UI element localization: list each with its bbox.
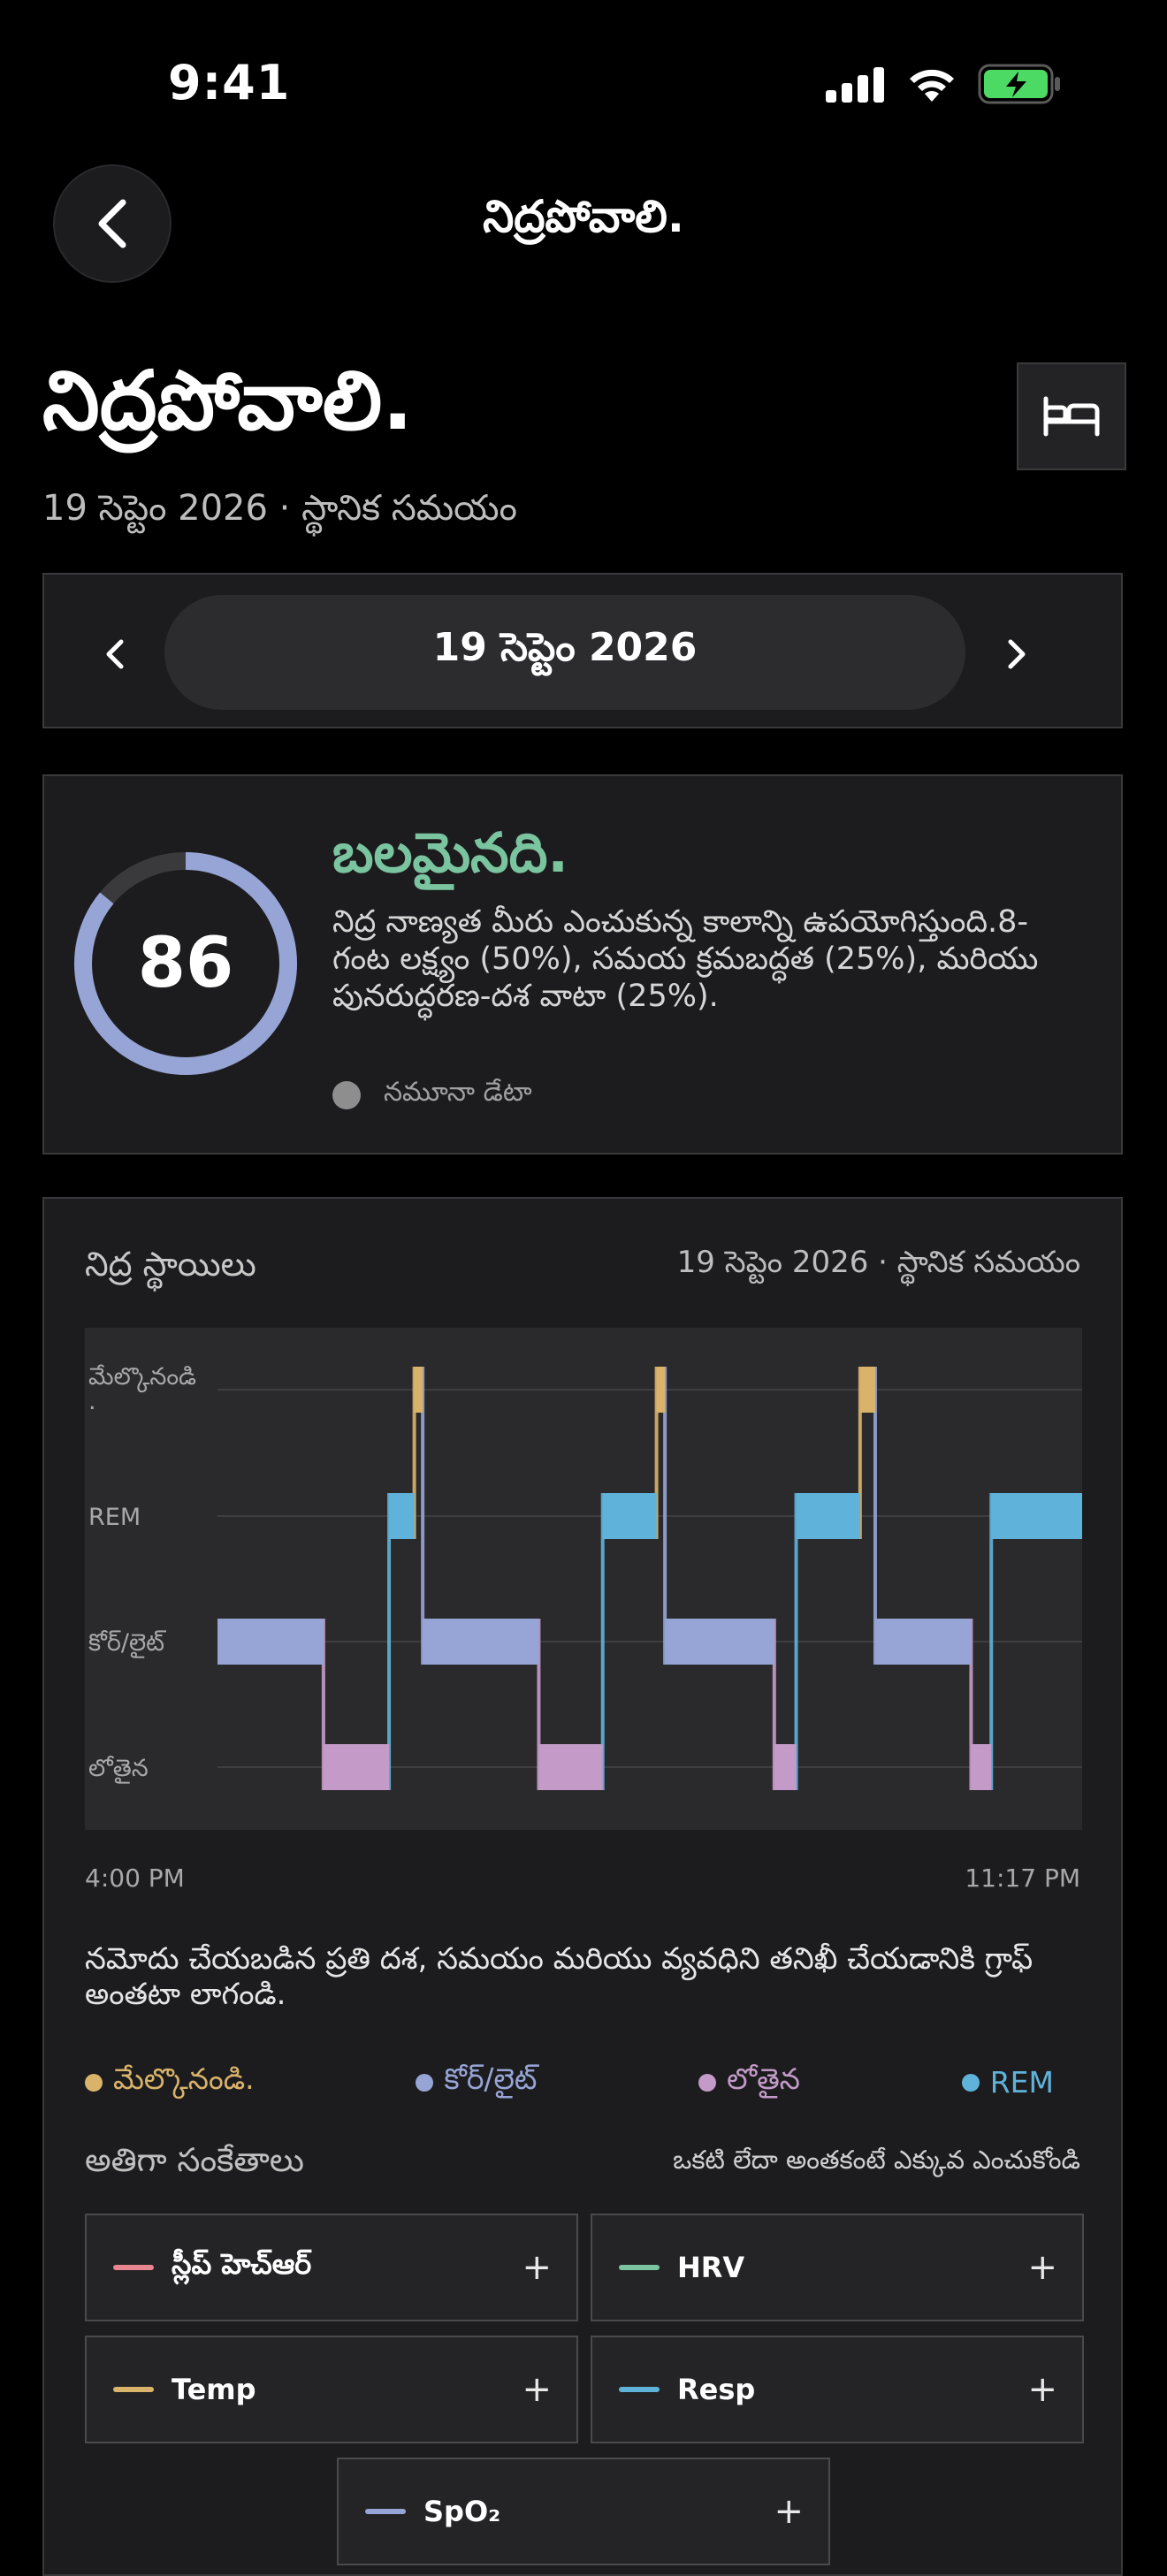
wifi-icon [910, 69, 954, 102]
legend-dot [416, 2073, 434, 2092]
stage-bar-rem [796, 1493, 860, 1539]
signal-color-swatch [113, 2387, 154, 2392]
stage-bar-awake [859, 1367, 875, 1413]
x-axis-end-label: 11:17 PM [965, 1863, 1080, 1893]
signal-label: SpO₂ [423, 2495, 501, 2528]
plus-icon: + [1027, 2247, 1057, 2288]
stage-legend: మేల్కొనండి. కోర్/లైట్ లోతైన REM [85, 2062, 1082, 2103]
sleep-stages-chart[interactable]: మేల్కొనండి .REMకోర్/లైట్లోతైన [85, 1328, 1082, 1830]
y-axis-label-rem: REM [88, 1504, 141, 1531]
legend-item-core: కోర్/లైట్ [416, 2062, 565, 2103]
plus-icon: + [522, 2247, 552, 2288]
page-title: నిద్రపోవాలి. [42, 354, 414, 448]
signals-title: అతిగా సంకేతాలు [85, 2141, 304, 2179]
stages-title: నిద్ర స్థాయిలు [85, 1245, 256, 1284]
chevron-left-icon [106, 639, 124, 669]
stage-bar-core [423, 1619, 539, 1665]
signal-label: Temp [172, 2373, 256, 2406]
signal-label: స్లీప్ హెచ్ఆర్ [172, 2247, 312, 2281]
stage-bar-rem [991, 1493, 1082, 1539]
legend-item-deep: లోతైన [698, 2062, 828, 2103]
stage-bar-awake [656, 1367, 666, 1413]
legend-item-rem: REM [961, 2062, 1082, 2103]
stage-bar-rem [389, 1493, 415, 1539]
y-axis-label-deep: లోతైన [88, 1755, 149, 1784]
x-axis-start-label: 4:00 PM [85, 1863, 185, 1893]
signal-color-swatch [365, 2509, 406, 2514]
bed-button[interactable] [1017, 362, 1126, 470]
legend-label: లోతైన [727, 2062, 800, 2096]
signal-button-temp[interactable]: Temp + [85, 2336, 578, 2443]
legend-label: మేల్కొనండి. [113, 2062, 255, 2096]
signal-button-sleep-hr[interactable]: స్లీప్ హెచ్ఆర్ + [85, 2214, 578, 2321]
sample-data-indicator: నమూనా డేటా [332, 1077, 532, 1114]
quality-description: నిద్ర నాణ్యత మీరు ఎంచుకున్న కాలాన్ని ఉపయ… [332, 904, 1039, 1014]
stage-bar-deep [323, 1744, 390, 1790]
nav-title: నిద్రపోవాలి. [483, 191, 684, 242]
score-value: 86 [137, 924, 234, 1003]
legend-dot [961, 2073, 980, 2092]
date-selector[interactable]: 19 సెప్టెం 2026 [164, 595, 965, 710]
legend-label: కోర్/లైట్ [444, 2062, 538, 2096]
signal-color-swatch [619, 2387, 660, 2392]
stage-bar-core [874, 1619, 972, 1665]
plus-icon: + [774, 2491, 804, 2532]
signal-color-swatch [619, 2265, 660, 2270]
plus-icon: + [522, 2369, 552, 2410]
stage-bar-core [217, 1619, 324, 1665]
signal-button-spo2[interactable]: SpO₂ + [337, 2458, 830, 2565]
status-time: 9:41 [168, 55, 291, 111]
bed-icon [1043, 396, 1100, 437]
chart-hint: నమోదు చేయబడిన ప్రతి దశ, సమయం మరియు వ్యవధ… [85, 1941, 1034, 2012]
stage-bar-deep [774, 1744, 797, 1790]
sample-label: నమూనా డేటా [384, 1077, 532, 1108]
signal-button-resp[interactable]: Resp + [591, 2336, 1084, 2443]
signal-icon [826, 67, 884, 103]
legend-label: REM [989, 2065, 1054, 2100]
next-date-button[interactable] [990, 619, 1043, 690]
status-icons [826, 62, 1063, 106]
stages-date: 19 సెప్టెం 2026 · స్థానిక సమయం [676, 1245, 1080, 1280]
battery-charging-icon [978, 64, 1060, 104]
sample-dot [332, 1081, 361, 1109]
previous-date-button[interactable] [88, 619, 141, 690]
signal-label: Resp [677, 2373, 756, 2406]
page-subtitle: 19 సెప్టెం 2026 · స్థానిక సమయం [42, 488, 517, 529]
legend-dot [85, 2073, 103, 2092]
plus-icon: + [1027, 2369, 1057, 2410]
stage-bar-rem [602, 1493, 657, 1539]
signal-button-hrv[interactable]: HRV + [591, 2214, 1084, 2321]
y-axis-label-core: కోర్/లైట్ [88, 1629, 166, 1658]
legend-item-awake: మేల్కొనండి. [85, 2062, 283, 2103]
quality-label: బలమైనది. [332, 820, 568, 885]
stage-bar-core [665, 1619, 774, 1665]
legend-dot [698, 2073, 717, 2092]
signals-note: ఒకటి లేదా అంతకంటే ఎక్కువ ఎంచుకోండి [673, 2145, 1080, 2175]
stage-bar-awake [414, 1367, 423, 1413]
selected-date: 19 సెప్టెం 2026 [432, 625, 698, 670]
chevron-right-icon [1008, 639, 1026, 669]
signal-color-swatch [113, 2265, 154, 2270]
stage-bar-deep [538, 1744, 603, 1790]
stage-bar-deep [971, 1744, 992, 1790]
signal-label: HRV [677, 2251, 745, 2284]
